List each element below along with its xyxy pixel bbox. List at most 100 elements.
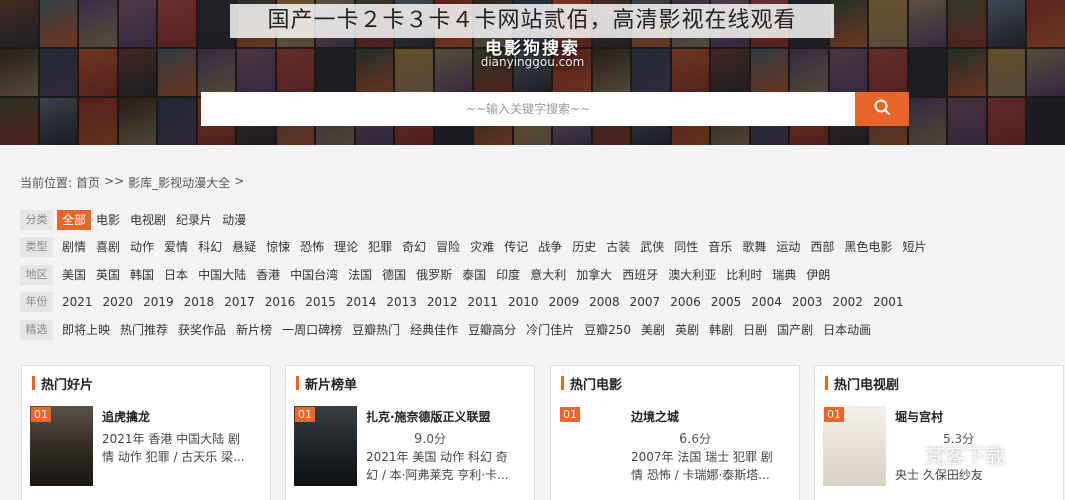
rank-badge: 01: [824, 407, 844, 422]
filter-option[interactable]: 悬疑: [227, 237, 261, 257]
filter-option[interactable]: 豆瓣250: [579, 320, 636, 340]
filter-option[interactable]: 韩国: [125, 265, 159, 285]
filter-option[interactable]: 德国: [377, 265, 411, 285]
filter-option[interactable]: 2001: [868, 292, 909, 312]
filter-option[interactable]: 美剧: [636, 320, 670, 340]
filter-option[interactable]: 2018: [179, 292, 220, 312]
filter-option[interactable]: 音乐: [703, 237, 737, 257]
filter-option[interactable]: 日本动画: [818, 320, 876, 340]
filter-option[interactable]: 传记: [499, 237, 533, 257]
filter-option[interactable]: 科幻: [193, 237, 227, 257]
filter-option[interactable]: 即将上映: [57, 320, 115, 340]
filter-option[interactable]: 2010: [503, 292, 544, 312]
filter-option[interactable]: 冒险: [431, 237, 465, 257]
filter-label: 地区: [20, 264, 53, 285]
breadcrumb-current[interactable]: 影库_影视动漫大全: [128, 174, 230, 191]
filter-option[interactable]: 意大利: [525, 265, 571, 285]
filter-option[interactable]: 犯罪: [363, 237, 397, 257]
filter-option[interactable]: 短片: [897, 237, 931, 257]
filter-option[interactable]: 法国: [343, 265, 377, 285]
filter-option[interactable]: 喜剧: [91, 237, 125, 257]
breadcrumb: 当前位置: 首页 >> 影库_影视动漫大全 >: [20, 174, 244, 191]
filter-option[interactable]: 2013: [381, 292, 422, 312]
filter-option[interactable]: 国产剧: [772, 320, 818, 340]
filter-option[interactable]: 西部: [805, 237, 839, 257]
breadcrumb-home[interactable]: 首页: [76, 174, 100, 191]
filter-option[interactable]: 一周口碑榜: [277, 320, 347, 340]
breadcrumb-separator: >: [234, 174, 245, 188]
movie-title[interactable]: 追虎擒龙: [102, 408, 150, 425]
filter-option[interactable]: 2002: [827, 292, 868, 312]
filter-option[interactable]: 2020: [98, 292, 139, 312]
filter-option[interactable]: 西班牙: [617, 265, 663, 285]
filter-option[interactable]: 美国: [57, 265, 91, 285]
filter-option[interactable]: 历史: [567, 237, 601, 257]
filter-option[interactable]: 俄罗斯: [411, 265, 457, 285]
filter-option[interactable]: 2017: [219, 292, 260, 312]
filter-option[interactable]: 2003: [787, 292, 828, 312]
filter-option[interactable]: 豆瓣热门: [347, 320, 405, 340]
filter-option[interactable]: 奇幻: [397, 237, 431, 257]
filter-option[interactable]: 古装: [601, 237, 635, 257]
filter-option[interactable]: 获奖作品: [173, 320, 231, 340]
filter-option[interactable]: 2009: [544, 292, 585, 312]
filter-option[interactable]: 豆瓣高分: [463, 320, 521, 340]
movie-title[interactable]: 扎克·施奈德版正义联盟: [366, 408, 491, 425]
filter-option[interactable]: 热门推荐: [115, 320, 173, 340]
filter-option[interactable]: 2021: [57, 292, 98, 312]
filter-option[interactable]: 英国: [91, 265, 125, 285]
filter-option[interactable]: 全部: [57, 209, 92, 230]
filter-option[interactable]: 纪录片: [171, 210, 217, 230]
filter-option[interactable]: 同性: [669, 237, 703, 257]
filter-option[interactable]: 经典佳作: [405, 320, 463, 340]
movie-title[interactable]: 边境之城: [631, 408, 679, 425]
filter-option[interactable]: 理论: [329, 237, 363, 257]
filter-option[interactable]: 2019: [138, 292, 179, 312]
filter-label: 精选: [20, 319, 53, 340]
filter-option[interactable]: 恐怖: [295, 237, 329, 257]
filter-option[interactable]: 伊朗: [801, 265, 835, 285]
filter-option[interactable]: 冷门佳片: [521, 320, 579, 340]
filter-option[interactable]: 剧情: [57, 237, 91, 257]
filter-option[interactable]: 黑色电影: [839, 237, 897, 257]
filter-option[interactable]: 电影: [91, 210, 125, 230]
filter-option[interactable]: 瑞典: [767, 265, 801, 285]
search-button[interactable]: [855, 92, 909, 126]
filter-option[interactable]: 加拿大: [571, 265, 617, 285]
filter-option[interactable]: 2016: [260, 292, 301, 312]
filter-option[interactable]: 日本: [159, 265, 193, 285]
filter-option[interactable]: 2008: [584, 292, 625, 312]
filter-option[interactable]: 2004: [746, 292, 787, 312]
filter-option[interactable]: 泰国: [457, 265, 491, 285]
movie-title[interactable]: 堀与宫村: [895, 408, 943, 425]
filter-option[interactable]: 2007: [625, 292, 666, 312]
filter-option[interactable]: 韩剧: [704, 320, 738, 340]
card-hot-movies: 热门电影 01 边境之城 6.6分 2007年 法国 瑞士 犯罪 剧 情 恐怖 …: [550, 365, 800, 500]
filter-option[interactable]: 动漫: [217, 210, 251, 230]
filter-option[interactable]: 2012: [422, 292, 463, 312]
filter-option[interactable]: 动作: [125, 237, 159, 257]
search-input[interactable]: ~~输入关键字搜索~~: [201, 92, 855, 126]
filter-option[interactable]: 比利时: [721, 265, 767, 285]
filter-option[interactable]: 香港: [251, 265, 285, 285]
filter-option[interactable]: 惊悚: [261, 237, 295, 257]
filter-option[interactable]: 战争: [533, 237, 567, 257]
filter-option[interactable]: 歌舞: [737, 237, 771, 257]
filter-option[interactable]: 中国大陆: [193, 265, 251, 285]
filter-option[interactable]: 印度: [491, 265, 525, 285]
filter-option[interactable]: 英剧: [670, 320, 704, 340]
filter-option[interactable]: 日剧: [738, 320, 772, 340]
filter-option[interactable]: 运动: [771, 237, 805, 257]
filter-option[interactable]: 新片榜: [231, 320, 277, 340]
filter-option[interactable]: 2014: [341, 292, 382, 312]
filter-option[interactable]: 中国台湾: [285, 265, 343, 285]
filter-option[interactable]: 2011: [462, 292, 503, 312]
filter-option[interactable]: 2005: [706, 292, 747, 312]
filter-option[interactable]: 2015: [300, 292, 341, 312]
filter-option[interactable]: 爱情: [159, 237, 193, 257]
filter-option[interactable]: 澳大利亚: [663, 265, 721, 285]
filter-option[interactable]: 电视剧: [125, 210, 171, 230]
filter-option[interactable]: 2006: [665, 292, 706, 312]
filter-option[interactable]: 灾难: [465, 237, 499, 257]
filter-option[interactable]: 武侠: [635, 237, 669, 257]
